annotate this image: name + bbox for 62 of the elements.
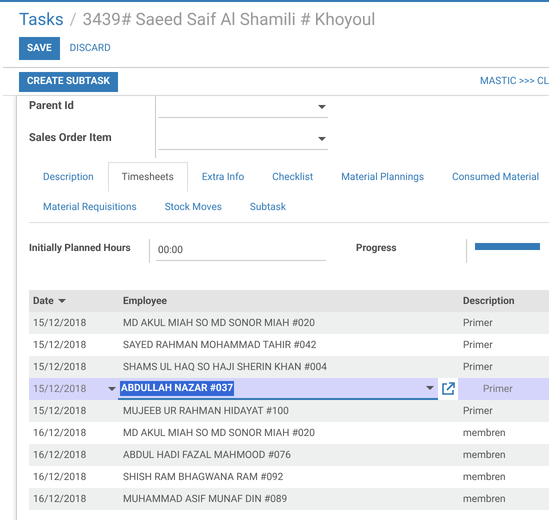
caret-icon — [108, 387, 116, 391]
tab[interactable]: Extra Info — [188, 162, 258, 192]
caret-icon — [426, 386, 434, 390]
caret-icon — [318, 136, 326, 140]
table-cell-text: 15/12/2018 — [33, 382, 86, 396]
field-label: Sales Order Item — [29, 130, 113, 146]
table-cell-text: ABDUL HADI FAZAL MAHMOOD #076 — [122, 448, 292, 462]
table-cell-text: 16/12/2018 — [32, 492, 88, 506]
table-row[interactable]: 16/12/2018 ABDUL HADI FAZAL MAHMOOD #076 membren — [29, 444, 549, 466]
column-header[interactable]: Date — [33, 294, 54, 308]
table-cell-text: membren — [462, 448, 506, 462]
field-label: Parent Id — [29, 98, 75, 114]
create-subtask-button[interactable]: CREATE SUBTASK — [19, 72, 118, 92]
table-cell-text: 15/12/2018 — [32, 404, 88, 418]
table-row[interactable]: 15/12/2018 ABDULLAH NAZAR #037 Primer — [29, 378, 549, 400]
stage-label[interactable]: MASTIC >>> CL — [480, 74, 549, 89]
column-header[interactable]: Description — [458, 294, 514, 308]
tab[interactable]: Description — [29, 162, 108, 192]
table-cell-text: SHISH RAM BHAGWANA RAM #092 — [122, 470, 284, 484]
field-label: Progress — [356, 242, 398, 256]
sort-icon — [58, 299, 66, 303]
table-cell-text: 15/12/2018 — [32, 360, 88, 374]
table-cell-text: 16/12/2018 — [32, 426, 88, 440]
tab[interactable]: Checklist — [258, 162, 328, 192]
field-label: Initially Planned Hours — [29, 242, 132, 256]
table-cell-text: membren — [462, 492, 506, 506]
tab[interactable]: Timesheets — [108, 162, 188, 192]
external-link-icon[interactable] — [441, 382, 455, 396]
breadcrumb-title: 3439# Saeed Saif Al Shamili # Khoyoul — [82, 10, 376, 30]
table-cell-text: 15/12/2018 — [32, 338, 88, 352]
discard-button[interactable]: DISCARD — [62, 37, 119, 60]
table-row[interactable]: 15/12/2018 SHAMS UL HAQ SO HAJI SHERIN KHAN #004 Primer — [29, 356, 549, 378]
table-cell-text: MD AKUL MIAH SO MD SONOR MIAH #020 — [122, 426, 316, 440]
breadcrumb-link[interactable]: Tasks — [19, 10, 64, 30]
tab[interactable]: Stock Moves — [150, 192, 236, 222]
tab[interactable]: Consumed Material — [438, 162, 549, 192]
table-cell-text: Primer — [462, 316, 493, 330]
table-cell-text: SAYED RAHMAN MOHAMMAD TAHIR #042 — [122, 338, 318, 352]
table-cell-text: Primer — [462, 404, 493, 418]
table-cell-text: MD AKUL MIAH SO MD SONOR MIAH #020 — [122, 316, 316, 330]
tab[interactable]: Material Plannings — [327, 162, 438, 192]
column-header[interactable]: Employee — [118, 294, 458, 308]
hours-field[interactable]: 00:00 — [156, 239, 326, 261]
tab[interactable]: Subtask — [236, 192, 300, 222]
table-cell-text: Primer — [462, 360, 493, 374]
table-cell-text: MUHAMMAD ASIF MUNAF DIN #089 — [122, 492, 288, 506]
save-button[interactable]: SAVE — [19, 37, 60, 60]
table-row[interactable]: 16/12/2018 MUHAMMAD ASIF MUNAF DIN #089 membren — [29, 488, 549, 510]
table-row[interactable]: 15/12/2018 MUJEEB UR RAHMAN HIDAYAT #100 Primer — [29, 400, 549, 422]
table-cell-text: 15/12/2018 — [32, 316, 88, 330]
table-cell-text: membren — [462, 470, 506, 484]
table-cell-text: 16/12/2018 — [32, 470, 88, 484]
table-cell-text: SHAMS UL HAQ SO HAJI SHERIN KHAN #004 — [122, 360, 328, 374]
table-cell-text: Primer — [462, 338, 493, 352]
tab[interactable]: Material Requisitions — [29, 192, 151, 222]
table-row[interactable]: 15/12/2018 MD AKUL MIAH SO MD SONOR MIAH #020 Primer — [29, 312, 549, 334]
table-cell-text: membren — [462, 426, 506, 440]
table-cell-text: 16/12/2018 — [32, 448, 88, 462]
table-cell-text: MUJEEB UR RAHMAN HIDAYAT #100 — [122, 404, 290, 418]
breadcrumb-separator: / — [70, 10, 77, 30]
caret-icon — [318, 104, 326, 108]
table-cell-text: Primer — [482, 382, 513, 396]
